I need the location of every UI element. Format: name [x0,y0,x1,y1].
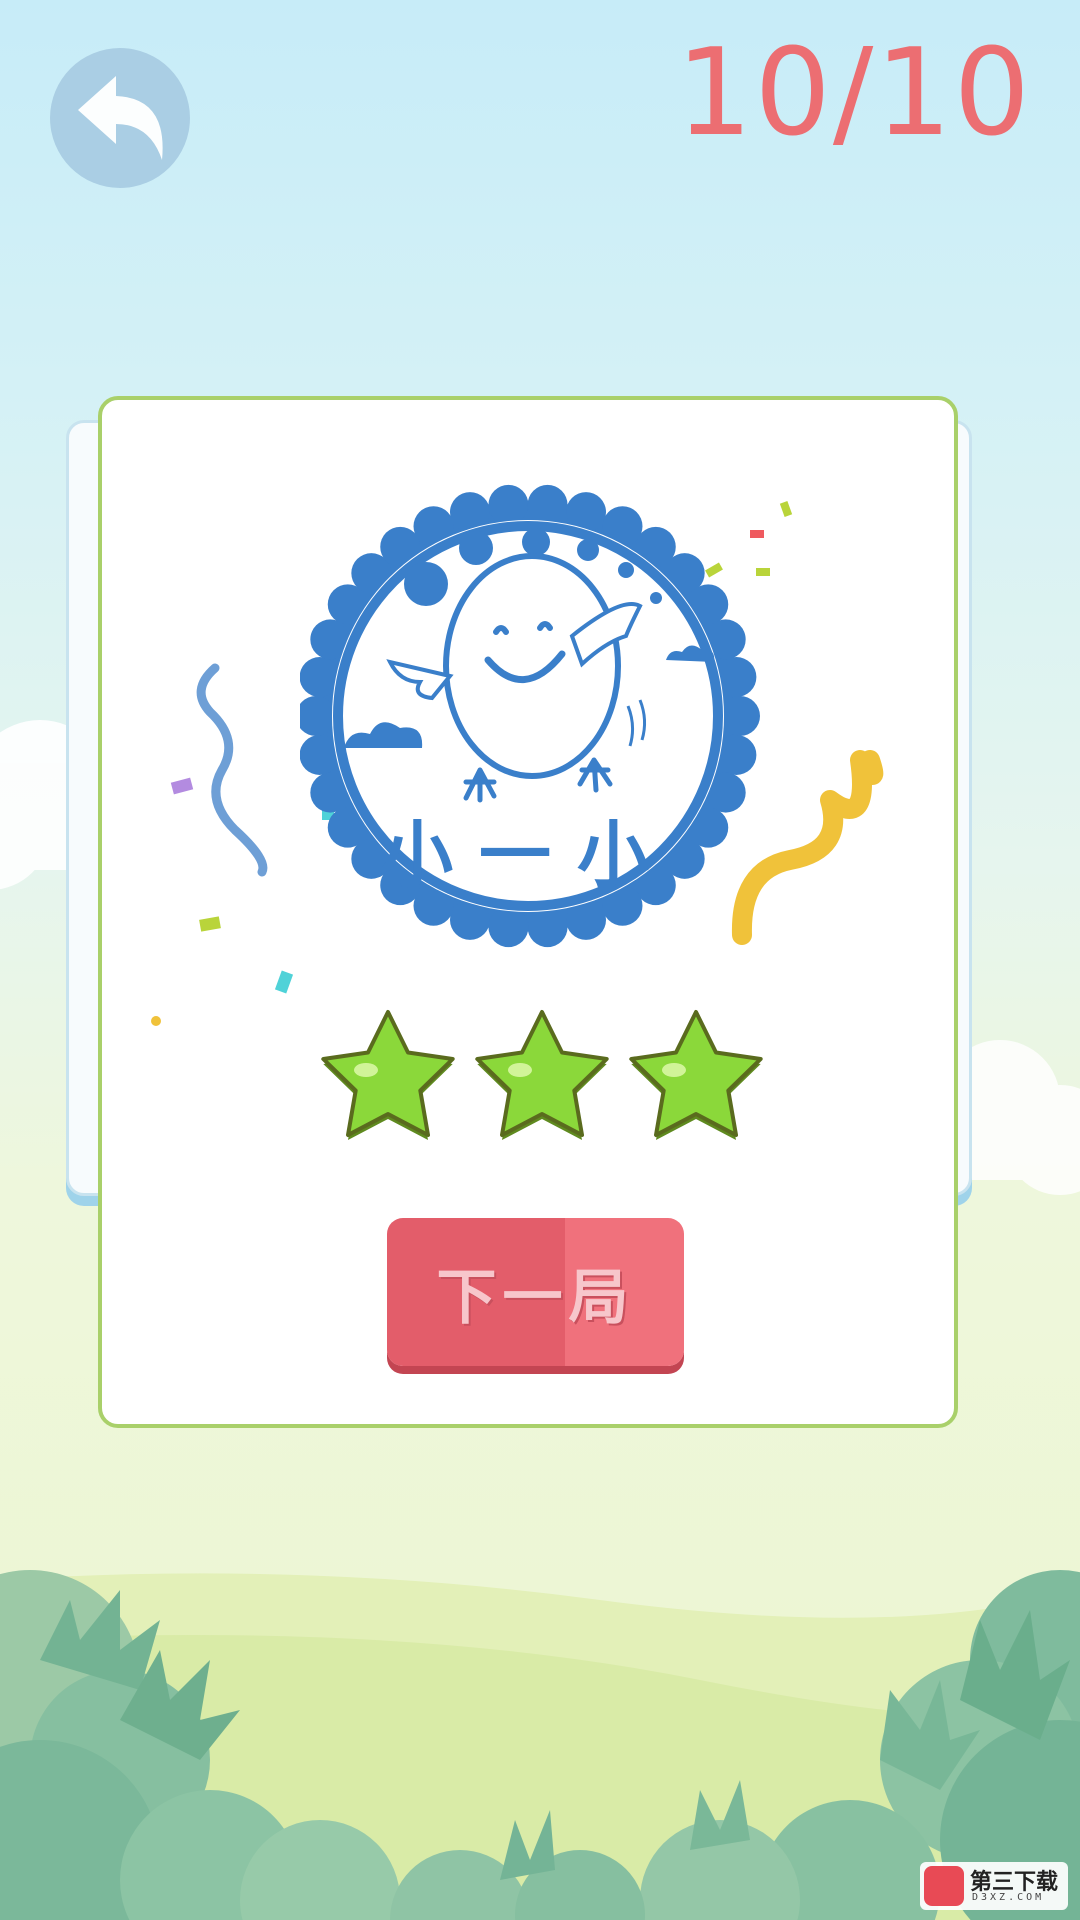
star-filled-icon [629,1010,763,1140]
confetti-layer [151,501,884,1026]
next-level-button-label: 下一局 [436,1262,635,1333]
star-filled-icon [475,1010,609,1140]
confetti-piece [199,916,221,932]
star-rating [318,1004,763,1154]
confetti-piece [274,970,294,994]
game-screen: 10/10 小一小 下一局 第三下载 D3XZ.COM [0,0,1080,1920]
next-level-button[interactable]: 下一局 [387,1218,684,1366]
smiling-egg-mascot-badge-icon: 小一小 [300,484,760,948]
ribbon-right [731,750,884,945]
watermark-logo-icon [924,1866,964,1906]
badge-text: 小一小 [381,813,675,897]
watermark: 第三下载 D3XZ.COM [920,1862,1068,1910]
confetti-piece [779,501,793,517]
confetti-piece [151,1016,161,1026]
watermark-domain: D3XZ.COM [972,1892,1045,1903]
ribbon-left [196,663,268,877]
confetti-piece [170,777,194,795]
star-filled-icon [321,1010,455,1140]
